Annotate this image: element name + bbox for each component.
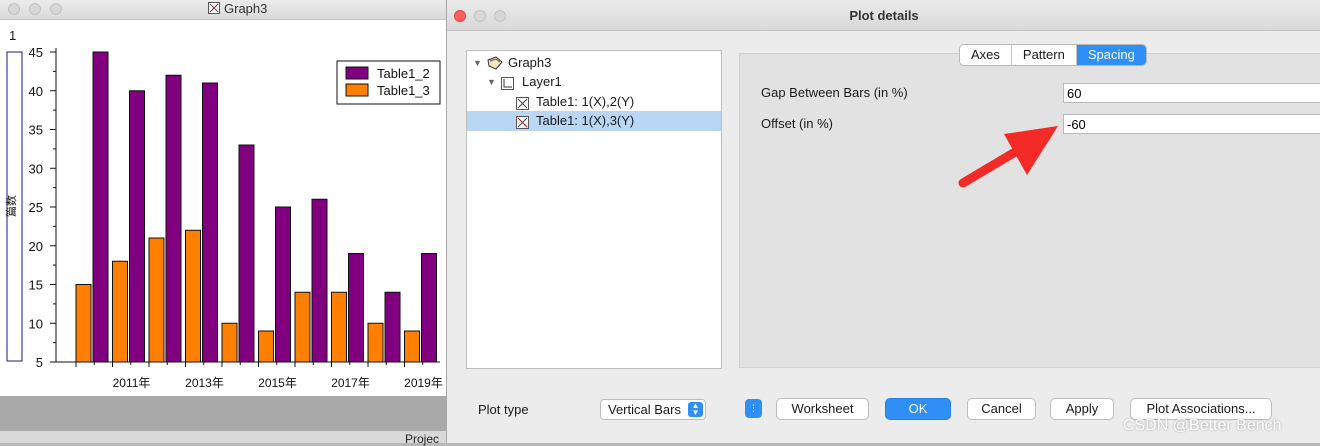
bar-Table1_2 (311, 198, 328, 363)
bar-Table1_2 (384, 291, 401, 363)
project-explorer-label[interactable]: Projec (405, 432, 439, 446)
dots-icon: ⋮ (749, 403, 758, 413)
y-tick-label: 15 (29, 278, 43, 293)
x-tick-label: 2011年 (113, 376, 151, 390)
graph-window-scroll-area (0, 396, 446, 431)
graph-window-status-bar (0, 431, 446, 443)
x-tick-label: 2019年 (404, 376, 443, 390)
bar-Table1_3 (75, 284, 92, 363)
bar-Table1_2 (92, 51, 109, 363)
plot-type-value: Vertical Bars (608, 402, 681, 417)
bar-Table1_3 (404, 330, 420, 363)
legend-swatch-Table1_3 (345, 83, 369, 97)
y-tick-label: 10 (29, 316, 43, 331)
annotation-arrow-icon (958, 126, 1058, 188)
y-tick-label: 25 (29, 200, 43, 215)
y-tick-label: 35 (29, 123, 43, 138)
plot-type-label: Plot type (478, 402, 529, 417)
x-tick-label: 2017年 (331, 376, 370, 390)
bar-Table1_3 (185, 229, 201, 363)
y-tick-label: 30 (29, 161, 43, 176)
updown-chevron-icon: ▲ ▼ (688, 402, 703, 417)
bar-Table1_2 (129, 90, 145, 363)
bar-Table1_2 (238, 144, 255, 363)
bar-Table1_3 (258, 330, 274, 363)
worksheet-button[interactable]: Worksheet (776, 398, 869, 420)
bar-Table1_3 (331, 291, 347, 363)
apply-button[interactable]: Apply (1050, 398, 1114, 420)
bar-Table1_3 (367, 322, 384, 363)
graph-window: Graph3 1 篇数 5 10 15 20 25 30 35 40 45 2011年 2013年 20… (0, 0, 446, 446)
x-tick-label: 2013年 (185, 376, 224, 390)
bar-Table1_3 (148, 237, 165, 363)
bar-Table1_3 (294, 291, 311, 363)
bar-Table1_2 (275, 206, 291, 363)
y-axis-label: 篇数 (4, 195, 18, 217)
bar-Table1_3 (112, 260, 128, 363)
bar-Table1_2 (348, 253, 364, 363)
bar-Table1_2 (202, 82, 218, 363)
legend-label: Table1_2 (377, 66, 430, 81)
x-tick-label: 2015年 (258, 376, 297, 390)
plot-type-select[interactable]: Vertical Bars ▲ ▼ (600, 399, 706, 420)
bar-Table1_2 (165, 74, 182, 363)
legend-swatch-Table1_2 (345, 66, 369, 80)
y-tick-label: 20 (29, 239, 43, 254)
bar-Table1_3 (221, 322, 238, 363)
y-tick-label: 45 (29, 45, 43, 60)
plot-details-dialog: Plot details ▼ Graph3 ▼ Layer1 Table1: 1… (446, 0, 1320, 443)
bar-chart: 篇数 5 10 15 20 25 30 35 40 45 2011年 2013年 2015年 2017年 2… (4, 45, 443, 390)
ok-button[interactable]: OK (885, 398, 951, 420)
bar-Table1_2 (421, 253, 437, 363)
cancel-button[interactable]: Cancel (967, 398, 1036, 420)
y-tick-label: 40 (29, 84, 43, 99)
watermark-text: CSDN @Better Bench (1123, 417, 1282, 434)
legend-label: Table1_3 (377, 83, 430, 98)
y-tick-label: 5 (36, 355, 43, 370)
collapse-toggle-button[interactable]: ⋮ (745, 399, 762, 418)
